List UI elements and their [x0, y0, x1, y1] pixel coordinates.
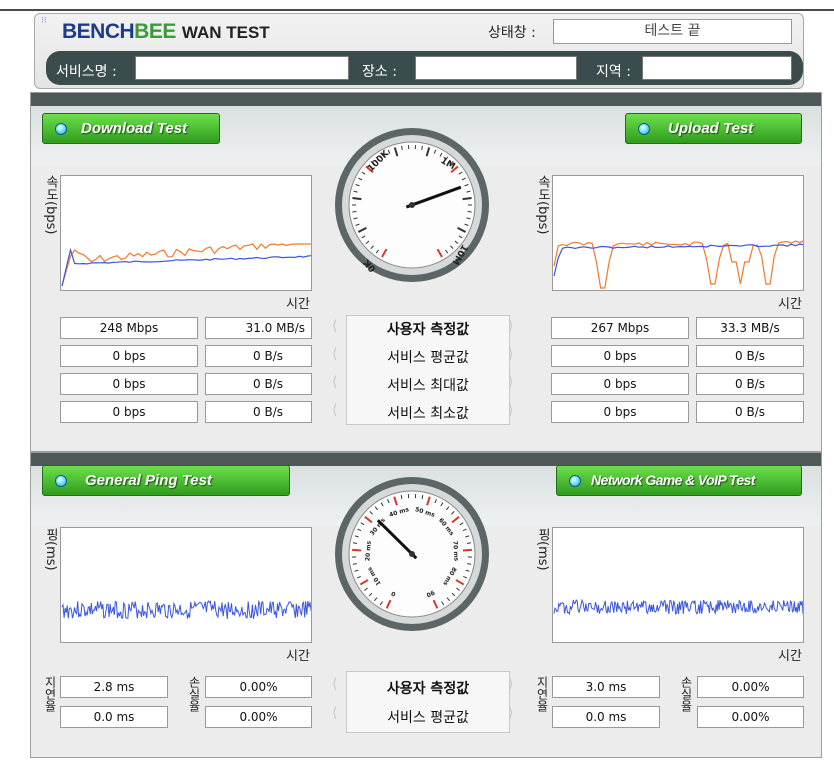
arrow-left-icon: ⟨ [332, 346, 338, 362]
game-latency-value: 0.0 ms [552, 706, 660, 728]
network-game-voip-test-button[interactable]: Network Game & VoIP Test [556, 465, 802, 496]
general-latency-value: 0.0 ms [60, 706, 168, 728]
gauge-tick [421, 494, 424, 499]
download-chart [60, 175, 312, 291]
app-logo: BENCHBEE WAN TEST [62, 20, 270, 43]
arrow-right-icon: ⟩ [508, 374, 514, 390]
upload-bytes-value: 0 B/s [696, 401, 804, 423]
download-bytes-value: 0 B/s [205, 401, 312, 423]
general-ping-y-axis-label: 핑(ms) [43, 528, 58, 571]
general-ping-x-axis-label: 시간 [286, 649, 310, 664]
upload-series-blue [553, 243, 803, 277]
upload-x-axis-label: 시간 [778, 297, 802, 312]
download-bytes-value: 31.0 MB/s [205, 317, 312, 339]
top-divider [0, 9, 834, 11]
download-y-axis-label: 속도(bps) [43, 175, 58, 235]
region-input[interactable] [642, 56, 792, 80]
general-ping-chart [60, 527, 312, 643]
row-label-service-max: 서비스 최대값 [387, 378, 469, 394]
game-latency-value: 3.0 ms [552, 676, 660, 698]
led-icon [55, 475, 67, 487]
game-ping-x-axis-label: 시간 [778, 649, 802, 664]
upload-bps-value: 0 bps [551, 345, 689, 367]
upload-y-axis-label: 속도(bps) [535, 175, 550, 235]
arrow-left-icon: ⟨ [332, 705, 338, 721]
download-x-axis-label: 시간 [286, 297, 310, 312]
row-label-service-average: 서비스 평균값 [387, 350, 469, 366]
upload-test-button[interactable]: Upload Test [625, 113, 802, 144]
led-icon [569, 475, 581, 487]
download-bps-value: 0 bps [60, 401, 198, 423]
game-latency-label: 지연율 [535, 676, 549, 712]
game-loss-value: 0.00% [697, 676, 804, 698]
arrow-right-icon: ⟩ [508, 705, 514, 721]
ping-gauge: 010 ms20 ms30 ms40 ms 50 ms60 ms70 ms80 m… [335, 477, 489, 631]
logo-dots-icon: ⁝⁝ [41, 16, 47, 26]
download-bps-value: 0 bps [60, 345, 198, 367]
arrow-left-icon: ⟨ [332, 318, 338, 334]
download-bytes-value: 0 B/s [205, 373, 312, 395]
arrow-left-icon: ⟨ [332, 402, 338, 418]
general-loss-value: 0.00% [205, 676, 312, 698]
region-label: 지역 : [596, 64, 631, 80]
upload-bps-value: 0 bps [551, 373, 689, 395]
gauge-tick [352, 197, 362, 201]
upload-bps-value: 0 bps [551, 401, 689, 423]
gauge-tick [462, 548, 472, 552]
game-loss-value: 0.00% [697, 706, 804, 728]
status-field: 테스트 끝 [553, 19, 792, 44]
general-latency-label: 지연율 [43, 676, 57, 712]
gauge-tick [401, 145, 403, 150]
gauge-tick [467, 563, 472, 565]
service-name-label: 서비스명 : [56, 64, 117, 80]
game-loss-label: 손실율 [679, 676, 693, 712]
arrow-left-icon: ⟨ [332, 374, 338, 390]
place-label: 장소 : [362, 64, 397, 80]
upload-bytes-value: 0 B/s [696, 345, 804, 367]
gauge-tick [421, 145, 423, 150]
upload-bps-value: 267 Mbps [551, 317, 689, 339]
game-ping-y-axis-label: 핑(ms) [535, 528, 550, 571]
speed-gauge: 100K 1M 0K 10M [335, 128, 489, 282]
download-bytes-value: 0 B/s [205, 345, 312, 367]
service-name-input[interactable] [135, 56, 349, 80]
upload-bytes-value: 0 B/s [696, 373, 804, 395]
arrow-right-icon: ⟩ [508, 318, 514, 334]
general-loss-label: 손실율 [187, 676, 201, 712]
led-icon [55, 123, 67, 135]
download-series-orange [61, 243, 311, 287]
gauge-tick [462, 197, 472, 201]
download-bps-value: 0 bps [60, 373, 198, 395]
upload-chart [552, 175, 804, 291]
status-label: 상태창 : [488, 25, 536, 41]
general-latency-value: 2.8 ms [60, 676, 168, 698]
row-label-service-min: 서비스 최소값 [387, 406, 469, 422]
led-icon [638, 123, 650, 135]
game-ping-chart [552, 527, 804, 643]
arrow-right-icon: ⟩ [508, 676, 514, 692]
gauge-tick [352, 563, 357, 565]
gauge-label: 70 ms [451, 541, 459, 562]
arrow-right-icon: ⟩ [508, 402, 514, 418]
arrow-left-icon: ⟨ [332, 676, 338, 692]
place-input[interactable] [415, 56, 577, 80]
row-label-user-measured: 사용자 측정값 [386, 322, 470, 338]
download-test-button[interactable]: Download Test [42, 113, 220, 144]
row-label-user-measured: 사용자 측정값 [386, 681, 470, 697]
arrow-right-icon: ⟩ [508, 346, 514, 362]
download-bps-value: 248 Mbps [60, 317, 198, 339]
game-ping-series [553, 598, 803, 616]
general-loss-value: 0.00% [205, 706, 312, 728]
row-label-service-average: 서비스 평균값 [387, 710, 469, 726]
gauge-label: 20 ms [364, 540, 372, 561]
gauge-tick [400, 494, 403, 499]
gauge-tick [352, 548, 362, 552]
general-ping-series [61, 599, 311, 620]
general-ping-test-button[interactable]: General Ping Test [42, 465, 290, 496]
speed-panel-strip [31, 93, 821, 107]
upload-bytes-value: 33.3 MB/s [696, 317, 804, 339]
